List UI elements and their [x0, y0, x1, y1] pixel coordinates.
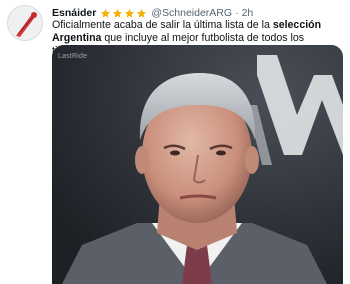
badge-stars: [100, 8, 148, 19]
user-handle[interactable]: @SchneiderARG: [151, 7, 232, 19]
timestamp[interactable]: 2h: [242, 7, 254, 19]
video-watermark: LastRide: [58, 53, 88, 60]
star-icon: [125, 8, 135, 18]
avatar[interactable]: [7, 5, 43, 41]
tweet-card[interactable]: Esnáider @SchneiderARG · 2h Oficialmente…: [0, 0, 350, 284]
star-icon: [113, 8, 123, 18]
video-frame-image: [52, 45, 343, 284]
tweet-media-video[interactable]: LastRide: [52, 45, 343, 284]
separator-dot: ·: [235, 7, 239, 19]
tweet-text-part1: Oficialmente acaba de salir la última li…: [52, 19, 273, 31]
display-name[interactable]: Esnáider: [52, 7, 96, 19]
star-icon: [137, 8, 147, 18]
star-icon: [101, 8, 111, 18]
